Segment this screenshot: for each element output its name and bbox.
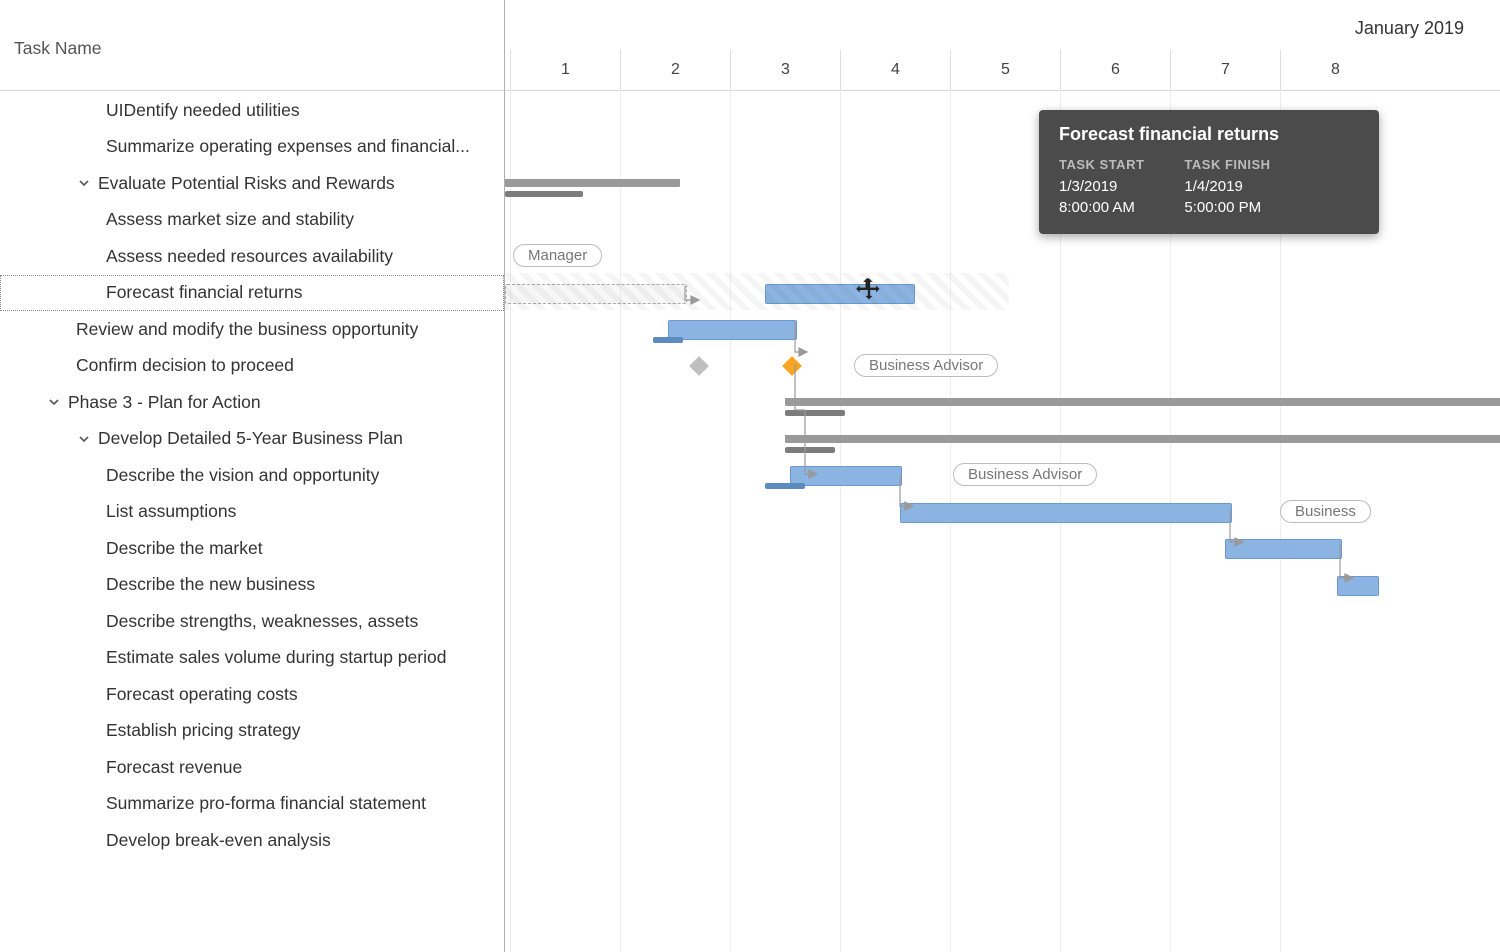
task-row-r15[interactable]: Estimate sales volume during startup per… [0,640,504,677]
day-header-5[interactable]: 5 [950,50,1060,90]
expand-toggle-icon[interactable] [76,177,92,189]
task-label[interactable]: Establish pricing strategy [106,720,301,741]
day-header-1[interactable]: 1 [510,50,620,90]
task-label[interactable]: Forecast operating costs [106,684,298,705]
task-row-r12[interactable]: Describe the market [0,530,504,567]
task-row-r10[interactable]: Describe the vision and opportunity [0,457,504,494]
task-label[interactable]: List assumptions [106,501,236,522]
task-row-r0[interactable]: UIDentify needed utilities [0,92,504,129]
task-row-r14[interactable]: Describe strengths, weaknesses, assets [0,603,504,640]
tree-header: Task Name [0,0,504,91]
timeline-month-label: January 2019 [1355,18,1464,39]
expand-toggle-icon[interactable] [46,396,62,408]
task-row-r11[interactable]: List assumptions [0,494,504,531]
task-row-r5[interactable]: Forecast financial returns [0,275,504,312]
task-label[interactable]: Forecast financial returns [106,282,302,303]
task-label[interactable]: Evaluate Potential Risks and Rewards [98,173,395,194]
task-row-r16[interactable]: Forecast operating costs [0,676,504,713]
task-row-r20[interactable]: Develop break-even analysis [0,822,504,859]
tooltip-title: Forecast financial returns [1059,124,1359,145]
task-label[interactable]: Develop Detailed 5-Year Business Plan [98,428,403,449]
column-header-task-name[interactable]: Task Name [14,38,102,59]
tooltip-finish-label: TASK FINISH [1184,157,1270,172]
task-row-r3[interactable]: Assess market size and stability [0,202,504,239]
day-header-2[interactable]: 2 [620,50,730,90]
expand-toggle-icon[interactable] [76,433,92,445]
task-label[interactable]: Confirm decision to proceed [76,355,294,376]
timeline-header: January 2019 12345678 [505,0,1500,91]
task-row-r17[interactable]: Establish pricing strategy [0,713,504,750]
tooltip-start-label: TASK START [1059,157,1144,172]
task-row-r9[interactable]: Develop Detailed 5-Year Business Plan [0,421,504,458]
task-row-r8[interactable]: Phase 3 - Plan for Action [0,384,504,421]
task-label[interactable]: Summarize operating expenses and financi… [106,136,470,157]
task-row-r1[interactable]: Summarize operating expenses and financi… [0,129,504,166]
task-label[interactable]: Phase 3 - Plan for Action [68,392,261,413]
task-label[interactable]: Describe strengths, weaknesses, assets [106,611,418,632]
task-row-r7[interactable]: Confirm decision to proceed [0,348,504,385]
gantt-view: Task Name UIDentify needed utilities Summ… [0,0,1500,952]
task-tooltip: Forecast financial returns TASK START 1/… [1039,110,1379,234]
task-label[interactable]: Review and modify the business opportuni… [76,319,418,340]
day-header-6[interactable]: 6 [1060,50,1170,90]
task-row-r18[interactable]: Forecast revenue [0,749,504,786]
task-label[interactable]: UIDentify needed utilities [106,100,300,121]
task-label[interactable]: Assess needed resources availability [106,246,393,267]
task-label[interactable]: Describe the vision and opportunity [106,465,379,486]
day-header-4[interactable]: 4 [840,50,950,90]
day-header-8[interactable]: 8 [1280,50,1390,90]
timeline-pane[interactable]: January 2019 12345678 ManagerBusiness Ad… [505,0,1500,952]
task-row-r4[interactable]: Assess needed resources availability [0,238,504,275]
task-row-r2[interactable]: Evaluate Potential Risks and Rewards [0,165,504,202]
task-label[interactable]: Describe the market [106,538,263,559]
task-label[interactable]: Assess market size and stability [106,209,354,230]
task-label[interactable]: Forecast revenue [106,757,242,778]
tooltip-finish-time: 5:00:00 PM [1184,197,1270,218]
task-label[interactable]: Summarize pro-forma financial statement [106,793,426,814]
tooltip-start-date: 1/3/2019 [1059,176,1144,197]
task-row-r19[interactable]: Summarize pro-forma financial statement [0,786,504,823]
tooltip-finish-date: 1/4/2019 [1184,176,1270,197]
task-tree-pane[interactable]: Task Name UIDentify needed utilities Summ… [0,0,505,952]
task-row-r13[interactable]: Describe the new business [0,567,504,604]
day-header-7[interactable]: 7 [1170,50,1280,90]
task-label[interactable]: Estimate sales volume during startup per… [106,647,446,668]
day-header-3[interactable]: 3 [730,50,840,90]
task-row-r6[interactable]: Review and modify the business opportuni… [0,311,504,348]
task-label[interactable]: Develop break-even analysis [106,830,331,851]
task-label[interactable]: Describe the new business [106,574,315,595]
tooltip-start-time: 8:00:00 AM [1059,197,1144,218]
